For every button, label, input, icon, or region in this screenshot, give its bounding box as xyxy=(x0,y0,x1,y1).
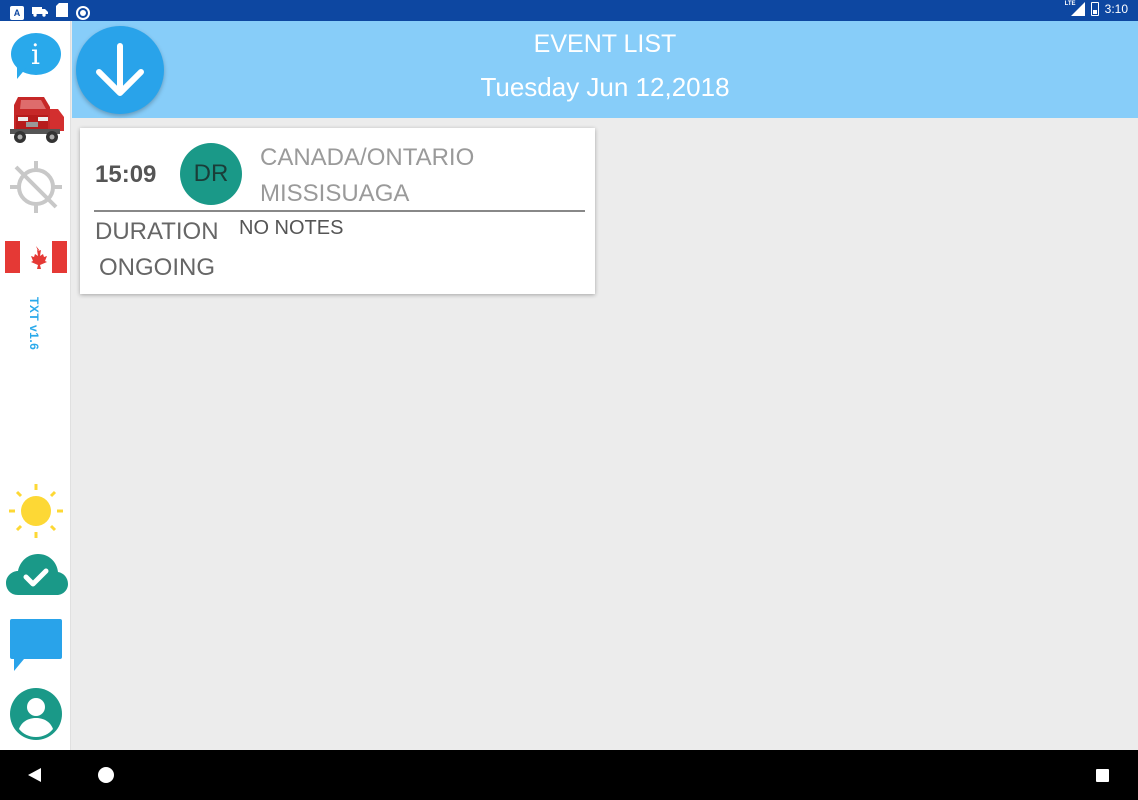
sd-card-icon xyxy=(56,3,68,22)
duration-label: DURATION xyxy=(95,218,219,245)
truck-icon xyxy=(9,97,64,143)
back-icon[interactable] xyxy=(28,768,41,782)
arrow-down-icon xyxy=(96,43,144,96)
recent-apps-icon[interactable] xyxy=(1096,769,1109,782)
sun-icon xyxy=(8,484,63,538)
user-icon xyxy=(9,688,62,740)
status-bar-left-icons: A xyxy=(10,3,90,22)
event-location-city: MISSISUAGA xyxy=(260,180,410,207)
chat-icon xyxy=(9,619,62,671)
sync-button[interactable] xyxy=(0,551,71,597)
canada-flag-icon xyxy=(4,241,67,273)
messages-button[interactable] xyxy=(0,617,71,673)
status-badge: DR xyxy=(180,143,242,205)
event-time: 15:09 xyxy=(95,161,157,188)
download-button[interactable] xyxy=(76,26,164,114)
theme-button[interactable] xyxy=(0,481,71,541)
event-notes: NO NOTES xyxy=(239,217,344,239)
status-bar-right: LTE 3:10 xyxy=(1065,1,1128,16)
record-icon xyxy=(76,5,90,20)
a-icon: A xyxy=(10,5,24,20)
sidebar: i TXT v1.6 xyxy=(0,21,71,750)
page-date: Tuesday Jun 12,2018 xyxy=(480,72,730,102)
country-button[interactable] xyxy=(0,241,71,273)
vehicle-button[interactable] xyxy=(0,91,71,149)
header: EVENT LIST Tuesday Jun 12,2018 xyxy=(72,21,1138,118)
event-location-region: CANADA/ONTARIO xyxy=(260,144,475,171)
duration-value: ONGOING xyxy=(99,254,216,281)
clock: 3:10 xyxy=(1104,2,1128,16)
info-button[interactable]: i xyxy=(0,33,71,79)
page-title: EVENT LIST xyxy=(533,30,677,58)
gps-off-icon xyxy=(9,161,62,213)
gps-off-button[interactable] xyxy=(0,159,71,215)
app-version: TXT v1.6 xyxy=(27,297,41,351)
home-icon[interactable] xyxy=(98,767,114,783)
cloud-check-icon xyxy=(5,554,68,595)
signal-icon: LTE xyxy=(1065,1,1085,16)
truck-icon xyxy=(32,4,48,22)
profile-button[interactable] xyxy=(0,687,71,741)
navigation-bar xyxy=(0,750,1138,800)
battery-icon xyxy=(1090,2,1099,16)
network-type: LTE xyxy=(1064,1,1076,7)
event-card[interactable]: 15:09 DR CANADA/ONTARIO MISSISUAGA DURAT… xyxy=(80,128,595,294)
status-bar: A LTE 3:10 xyxy=(0,0,1138,21)
info-icon: i xyxy=(10,33,61,79)
divider xyxy=(94,210,585,212)
